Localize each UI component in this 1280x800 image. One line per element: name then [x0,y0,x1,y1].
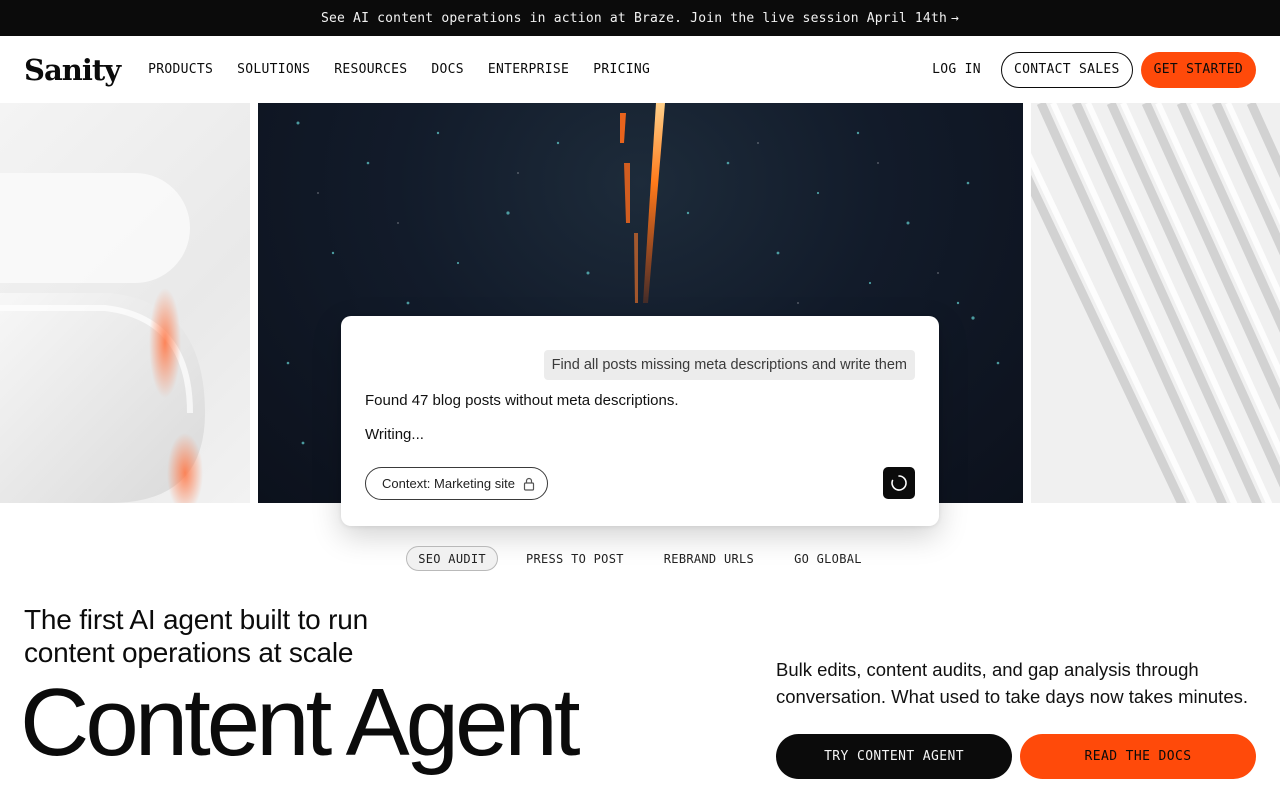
nav-solutions[interactable]: SOLUTIONS [237,62,310,77]
try-content-agent-button[interactable]: TRY CONTENT AGENT [776,734,1012,779]
agent-response: Found 47 blog posts without meta descrip… [365,392,679,409]
hero-description: Bulk edits, content audits, and gap anal… [776,659,1248,707]
abstract-shape-left [0,173,205,503]
read-the-docs-button[interactable]: READ THE DOCS [1020,734,1256,779]
contact-sales-button[interactable]: CONTACT SALES [1000,51,1133,88]
announcement-text[interactable]: See AI content operations in action at B… [321,11,947,26]
nav-resources[interactable]: RESOURCES [334,62,407,77]
page-title: Content Agent [20,669,580,776]
ribbed-shape-image [1031,103,1280,503]
use-case-tabs: SEO AUDIT PRESS TO POST REBRAND URLS GO … [0,546,1280,571]
context-selector[interactable]: Context: Marketing site [365,467,548,500]
nav-enterprise[interactable]: ENTERPRISE [488,62,569,77]
lock-icon [523,477,535,491]
nav-docs[interactable]: DOCS [431,62,464,77]
tagline-line-1: The first AI agent built to run [24,604,368,635]
hero-image-left [0,103,250,503]
login-link[interactable]: LOG IN [932,62,981,77]
main-nav: Sanity PRODUCTS SOLUTIONS RESOURCES DOCS… [0,36,1280,103]
sanity-logo[interactable]: Sanity [24,53,121,87]
tab-seo-audit[interactable]: SEO AUDIT [406,546,498,571]
tab-rebrand-urls[interactable]: REBRAND URLS [652,546,766,571]
hero-tagline: The first AI agent built to run content … [24,603,368,669]
agent-status: Writing... [365,426,424,443]
hero-image-right [1031,103,1280,503]
send-button[interactable] [883,467,915,499]
nav-products[interactable]: PRODUCTS [148,62,213,77]
arrow-right-icon: → [951,10,960,26]
spinner-icon [891,475,907,491]
announcement-bar[interactable]: See AI content operations in action at B… [0,0,1280,36]
tab-press-to-post[interactable]: PRESS TO POST [514,546,636,571]
nav-actions: LOG IN CONTACT SALES GET STARTED [932,51,1256,88]
tagline-line-2: content operations at scale [24,637,354,668]
nav-links: PRODUCTS SOLUTIONS RESOURCES DOCS ENTERP… [148,62,650,77]
nav-pricing[interactable]: PRICING [593,62,650,77]
context-label: Context: Marketing site [382,476,515,491]
user-message: Find all posts missing meta descriptions… [543,350,915,380]
tab-go-global[interactable]: GO GLOBAL [782,546,874,571]
get-started-button[interactable]: GET STARTED [1140,51,1256,88]
agent-chat-card: Find all posts missing meta descriptions… [341,316,939,526]
